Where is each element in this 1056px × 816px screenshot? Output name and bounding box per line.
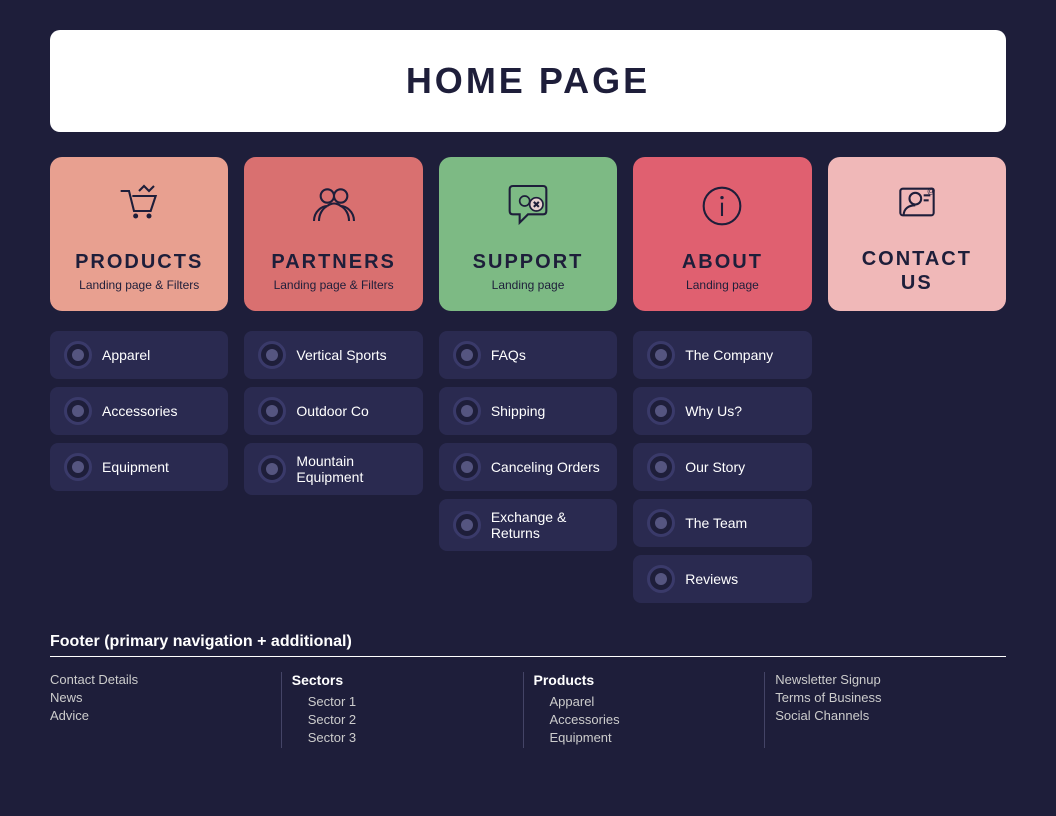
- bullet-accessories: [64, 397, 92, 425]
- bullet-why-us: [647, 397, 675, 425]
- page-title: HOME PAGE: [80, 60, 976, 102]
- label-why-us: Why Us?: [685, 403, 742, 419]
- cards-row: PRODUCTS Landing page & Filters PARTNERS…: [50, 157, 1006, 311]
- list-col-about: The Company Why Us? Our Story The Team R…: [633, 331, 811, 603]
- footer-contact-details[interactable]: Contact Details: [50, 672, 261, 687]
- footer-col-1: Contact Details News Advice: [50, 672, 282, 748]
- list-item-apparel[interactable]: Apparel: [50, 331, 228, 379]
- label-the-company: The Company: [685, 347, 773, 363]
- footer-sector-2[interactable]: Sector 2: [292, 712, 503, 727]
- card-about-subtitle: Landing page: [686, 278, 759, 292]
- footer-apparel[interactable]: Apparel: [534, 694, 745, 709]
- list-col-products: Apparel Accessories Equipment: [50, 331, 228, 603]
- list-item-our-story[interactable]: Our Story: [633, 443, 811, 491]
- card-support-subtitle: Landing page: [492, 278, 565, 292]
- page-wrapper: HOME PAGE PRODUCTS Landing page & Filter…: [0, 0, 1056, 778]
- footer-news[interactable]: News: [50, 690, 261, 705]
- cart-icon: [114, 181, 164, 241]
- list-item-exchange-returns[interactable]: Exchange & Returns: [439, 499, 617, 551]
- list-item-canceling-orders[interactable]: Canceling Orders: [439, 443, 617, 491]
- label-exchange-returns: Exchange & Returns: [491, 509, 603, 541]
- list-item-shipping[interactable]: Shipping: [439, 387, 617, 435]
- bullet-reviews: [647, 565, 675, 593]
- bullet-the-team: [647, 509, 675, 537]
- footer-advice[interactable]: Advice: [50, 708, 261, 723]
- bullet-the-company: [647, 341, 675, 369]
- people-icon: [309, 181, 359, 241]
- label-our-story: Our Story: [685, 459, 745, 475]
- footer-accessories[interactable]: Accessories: [534, 712, 745, 727]
- list-item-equipment[interactable]: Equipment: [50, 443, 228, 491]
- list-col-contact: [828, 331, 1006, 603]
- list-item-the-team[interactable]: The Team: [633, 499, 811, 547]
- card-partners-title: PARTNERS: [271, 251, 396, 274]
- footer-equipment[interactable]: Equipment: [534, 730, 745, 745]
- lists-row: Apparel Accessories Equipment Vertical S…: [50, 331, 1006, 603]
- label-faqs: FAQs: [491, 347, 526, 363]
- bullet-exchange-returns: [453, 511, 481, 539]
- card-partners-subtitle: Landing page & Filters: [274, 278, 394, 292]
- card-about-title: ABOUT: [682, 251, 763, 274]
- footer-products-title: Products: [534, 672, 745, 688]
- bullet-outdoor-co: [258, 397, 286, 425]
- card-products[interactable]: PRODUCTS Landing page & Filters: [50, 157, 228, 311]
- bullet-apparel: [64, 341, 92, 369]
- bullet-mountain-equipment: [258, 455, 286, 483]
- footer-social[interactable]: Social Channels: [775, 708, 986, 723]
- list-item-vertical-sports[interactable]: Vertical Sports: [244, 331, 422, 379]
- card-support[interactable]: SUPPORT Landing page: [439, 157, 617, 311]
- label-mountain-equipment: Mountain Equipment: [296, 453, 408, 485]
- bullet-our-story: [647, 453, 675, 481]
- bullet-equipment: [64, 453, 92, 481]
- card-products-subtitle: Landing page & Filters: [79, 278, 199, 292]
- footer-section: Footer (primary navigation + additional)…: [50, 633, 1006, 748]
- label-canceling-orders: Canceling Orders: [491, 459, 600, 475]
- footer-newsletter[interactable]: Newsletter Signup: [775, 672, 986, 687]
- footer-sector-3[interactable]: Sector 3: [292, 730, 503, 745]
- bullet-faqs: [453, 341, 481, 369]
- label-outdoor-co: Outdoor Co: [296, 403, 368, 419]
- label-apparel: Apparel: [102, 347, 150, 363]
- info-icon: [697, 181, 747, 241]
- bullet-vertical-sports: [258, 341, 286, 369]
- bullet-canceling-orders: [453, 453, 481, 481]
- card-contact-title: CONTACTUS: [862, 247, 972, 295]
- list-item-the-company[interactable]: The Company: [633, 331, 811, 379]
- svg-text:@: @: [927, 186, 935, 196]
- label-shipping: Shipping: [491, 403, 546, 419]
- card-support-title: SUPPORT: [473, 251, 584, 274]
- card-partners[interactable]: PARTNERS Landing page & Filters: [244, 157, 422, 311]
- chat-icon: [503, 181, 553, 241]
- footer-col-4: Newsletter Signup Terms of Business Soci…: [765, 672, 1006, 748]
- label-reviews: Reviews: [685, 571, 738, 587]
- footer-sector-1[interactable]: Sector 1: [292, 694, 503, 709]
- bullet-shipping: [453, 397, 481, 425]
- list-item-reviews[interactable]: Reviews: [633, 555, 811, 603]
- label-equipment: Equipment: [102, 459, 169, 475]
- list-item-mountain-equipment[interactable]: Mountain Equipment: [244, 443, 422, 495]
- card-contact[interactable]: @ CONTACTUS: [828, 157, 1006, 311]
- label-the-team: The Team: [685, 515, 747, 531]
- contact-icon: @: [892, 177, 942, 237]
- list-item-faqs[interactable]: FAQs: [439, 331, 617, 379]
- list-item-outdoor-co[interactable]: Outdoor Co: [244, 387, 422, 435]
- card-products-title: PRODUCTS: [75, 251, 203, 274]
- home-header: HOME PAGE: [50, 30, 1006, 132]
- footer-col-2: Sectors Sector 1 Sector 2 Sector 3: [282, 672, 524, 748]
- footer-col-3: Products Apparel Accessories Equipment: [524, 672, 766, 748]
- card-about[interactable]: ABOUT Landing page: [633, 157, 811, 311]
- list-col-partners: Vertical Sports Outdoor Co Mountain Equi…: [244, 331, 422, 603]
- footer-sectors-title: Sectors: [292, 672, 503, 688]
- label-vertical-sports: Vertical Sports: [296, 347, 386, 363]
- list-item-accessories[interactable]: Accessories: [50, 387, 228, 435]
- footer-terms[interactable]: Terms of Business: [775, 690, 986, 705]
- label-accessories: Accessories: [102, 403, 177, 419]
- footer-cols: Contact Details News Advice Sectors Sect…: [50, 672, 1006, 748]
- list-col-support: FAQs Shipping Canceling Orders Exchange …: [439, 331, 617, 603]
- footer-label: Footer (primary navigation + additional): [50, 633, 1006, 657]
- list-item-why-us[interactable]: Why Us?: [633, 387, 811, 435]
